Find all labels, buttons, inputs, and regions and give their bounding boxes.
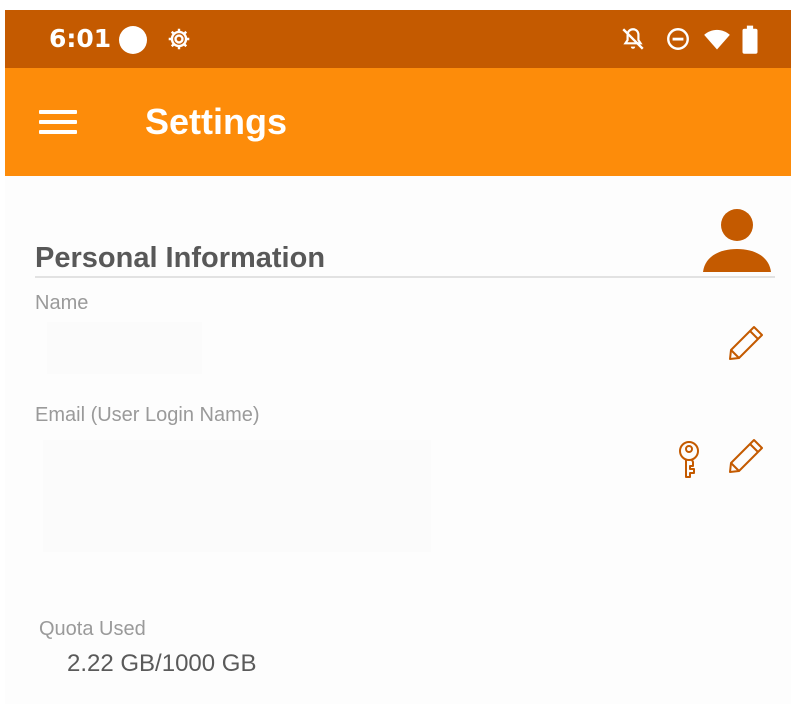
email-label: Email (User Login Name)	[35, 404, 260, 426]
edit-name-pencil-icon[interactable]	[726, 323, 766, 368]
settings-screen: 6:01 Settings Personal Information Name …	[5, 10, 791, 704]
battery-icon	[741, 25, 759, 60]
wifi-icon	[702, 25, 732, 58]
app-bar: Settings	[5, 68, 791, 176]
bell-off-icon	[620, 25, 646, 58]
person-icon[interactable]	[702, 206, 772, 281]
section-divider	[35, 276, 775, 278]
name-value	[47, 322, 202, 374]
email-value	[43, 440, 431, 552]
edit-email-pencil-icon[interactable]	[726, 436, 766, 481]
status-bar: 6:01	[5, 10, 791, 68]
gear-icon	[166, 25, 192, 58]
do-not-disturb-icon	[665, 25, 691, 58]
quota-value: 2.22 GB/1000 GB	[67, 650, 257, 677]
section-heading-personal-information: Personal Information	[35, 242, 326, 274]
circle-indicator-icon	[119, 26, 147, 54]
name-label: Name	[35, 292, 89, 314]
quota-label: Quota Used	[39, 618, 146, 640]
key-icon[interactable]	[675, 440, 703, 485]
hamburger-menu-icon[interactable]	[39, 104, 79, 140]
page-title: Settings	[145, 101, 288, 142]
status-time: 6:01	[49, 24, 112, 53]
